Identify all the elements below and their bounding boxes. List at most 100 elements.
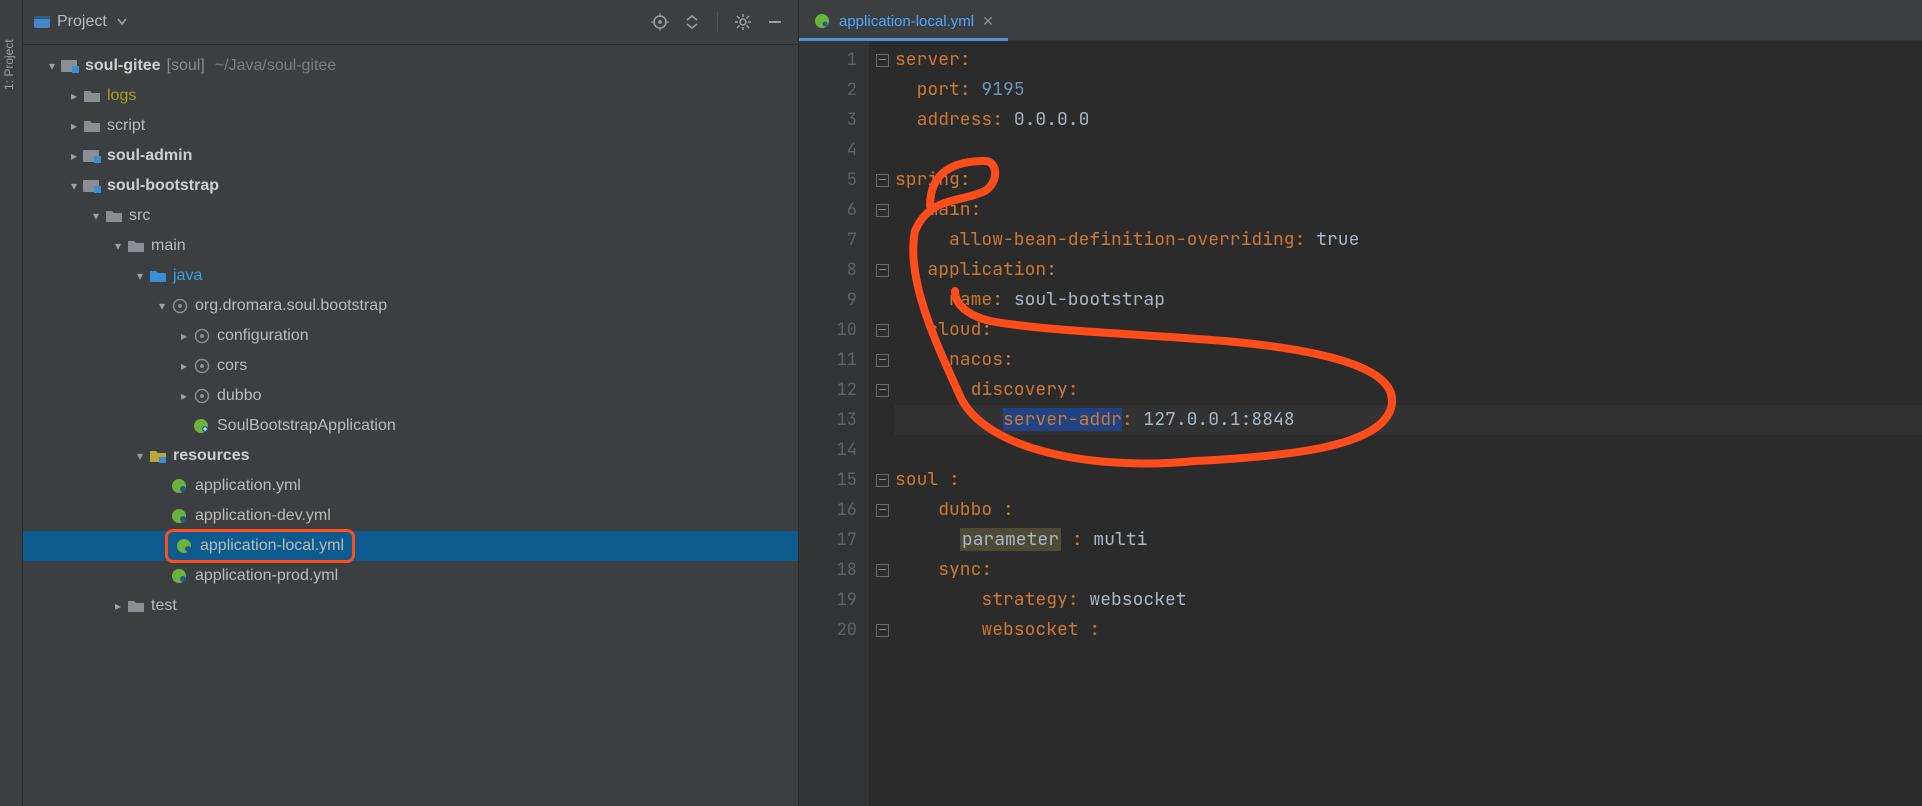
tree-label: configuration <box>217 327 309 345</box>
tree-row-soul-admin[interactable]: ▸soul-admin <box>23 141 798 171</box>
code-line[interactable]: soul : <box>895 465 1922 495</box>
chevron-down-icon[interactable]: ▾ <box>43 59 61 73</box>
tree-row-application-yml[interactable]: ▸application.yml <box>23 471 798 501</box>
code-line[interactable]: address: 0.0.0.0 <box>895 105 1922 135</box>
code-token-key: nacos: <box>949 348 1014 371</box>
code-line[interactable]: parameter : multi <box>895 525 1922 555</box>
tree-row-cors[interactable]: ▸cors <box>23 351 798 381</box>
code-token-box: parameter <box>960 528 1061 551</box>
tree-row-java[interactable]: ▾java <box>23 261 798 291</box>
tree-label: application-local.yml <box>200 537 344 555</box>
chevron-right-icon[interactable]: ▸ <box>65 149 83 163</box>
chevron-right-icon[interactable]: ▸ <box>109 599 127 613</box>
code-token-pad <box>895 258 927 281</box>
chevron-down-icon[interactable]: ▾ <box>87 209 105 223</box>
expand-all-button[interactable] <box>679 9 705 35</box>
project-tool-window: Project ▾soul-gitee[soul]~/Java/soul-git… <box>23 0 799 806</box>
chevron-right-icon[interactable]: ▸ <box>175 389 193 403</box>
code-line[interactable]: name: soul-bootstrap <box>895 285 1922 315</box>
tree-row-src[interactable]: ▾src <box>23 201 798 231</box>
tree-row-main[interactable]: ▾main <box>23 231 798 261</box>
fold-strip[interactable] <box>869 41 895 806</box>
code-area[interactable]: server: port: 9195 address: 0.0.0.0 sprin… <box>895 41 1922 806</box>
tree-row-configuration[interactable]: ▸ configuration <box>23 321 798 351</box>
chevron-down-icon[interactable]: ▾ <box>131 269 149 283</box>
chevron-right-icon[interactable]: ▸ <box>65 119 83 133</box>
code-line[interactable]: server: <box>895 45 1922 75</box>
tree-row-application-dev-yml[interactable]: ▸application-dev.yml <box>23 501 798 531</box>
code-line[interactable]: port: 9195 <box>895 75 1922 105</box>
editor-tab-bar[interactable]: application-local.yml ✕ <box>799 0 1922 41</box>
fold-toggle[interactable] <box>869 555 895 585</box>
code-line[interactable]: main: <box>895 195 1922 225</box>
fold-toggle[interactable] <box>869 165 895 195</box>
tree-row-test[interactable]: ▸ test <box>23 591 798 621</box>
code-line[interactable]: dubbo : <box>895 495 1922 525</box>
code-token-pad <box>895 78 917 101</box>
fold-toggle[interactable] <box>869 45 895 75</box>
settings-button[interactable] <box>730 9 756 35</box>
tree-row-org-dromara-soul-bootstrap[interactable]: ▾org.dromara.soul.bootstrap <box>23 291 798 321</box>
fold-blank <box>869 105 895 135</box>
pkg-icon <box>193 358 211 374</box>
tree-row-dubbo[interactable]: ▸dubbo <box>23 381 798 411</box>
code-line[interactable]: application: <box>895 255 1922 285</box>
chevron-down-icon[interactable]: ▾ <box>131 449 149 463</box>
tree-row-script[interactable]: ▸script <box>23 111 798 141</box>
fold-blank <box>869 585 895 615</box>
code-line[interactable]: websocket : <box>895 615 1922 645</box>
code-line[interactable]: strategy: websocket <box>895 585 1922 615</box>
tree-row-soulbootstrapapplication[interactable]: ▸SoulBootstrapApplication <box>23 411 798 441</box>
fold-toggle[interactable] <box>869 315 895 345</box>
module-icon <box>83 148 101 164</box>
hide-button[interactable] <box>762 9 788 35</box>
code-line[interactable]: nacos: <box>895 345 1922 375</box>
project-tree[interactable]: ▾soul-gitee[soul]~/Java/soul-gitee▸logs▸… <box>23 45 798 621</box>
gutter-line-number: 12 <box>799 375 857 405</box>
tree-row-application-prod-yml[interactable]: ▸application-prod.yml <box>23 561 798 591</box>
fold-toggle[interactable] <box>869 615 895 645</box>
fold-toggle[interactable] <box>869 195 895 225</box>
fold-toggle[interactable] <box>869 345 895 375</box>
tree-row-resources[interactable]: ▾resources <box>23 441 798 471</box>
fold-toggle[interactable] <box>869 495 895 525</box>
tree-label: soul-bootstrap <box>107 177 219 195</box>
rail-project-label[interactable]: 1: Project <box>2 39 16 90</box>
tree-label: test <box>151 597 177 615</box>
code-line[interactable]: sync: <box>895 555 1922 585</box>
locate-target-button[interactable] <box>647 9 673 35</box>
chevron-down-icon[interactable]: ▾ <box>65 179 83 193</box>
tree-row-logs[interactable]: ▸logs <box>23 81 798 111</box>
editor-body[interactable]: 1234567891011121314151617181920 server: … <box>799 41 1922 806</box>
chevron-right-icon[interactable]: ▸ <box>175 359 193 373</box>
code-line[interactable] <box>895 135 1922 165</box>
gutter-line-number: 10 <box>799 315 857 345</box>
project-view-selector[interactable]: Project <box>57 13 131 31</box>
code-token-key: spring: <box>895 168 971 191</box>
tree-row-application-local-yml[interactable]: ▸application-local.yml <box>23 531 798 561</box>
fold-toggle[interactable] <box>869 465 895 495</box>
fold-toggle[interactable] <box>869 375 895 405</box>
code-line[interactable]: cloud: <box>895 315 1922 345</box>
code-token-val: websocket <box>1089 588 1186 611</box>
chevron-right-icon[interactable]: ▸ <box>65 89 83 103</box>
code-line[interactable]: allow-bean-definition-overriding: true <box>895 225 1922 255</box>
code-line[interactable]: server-addr: 127.0.0.1:8848 <box>895 405 1922 435</box>
pkg-icon <box>193 328 211 344</box>
chevron-right-icon[interactable]: ▸ <box>175 329 193 343</box>
folder-icon <box>127 238 145 254</box>
tool-window-rail[interactable]: 1: Project <box>0 0 23 806</box>
tree-row-soul-gitee[interactable]: ▾soul-gitee[soul]~/Java/soul-gitee <box>23 51 798 81</box>
code-line[interactable]: spring: <box>895 165 1922 195</box>
code-line[interactable] <box>895 435 1922 465</box>
fold-toggle[interactable] <box>869 255 895 285</box>
close-icon[interactable]: ✕ <box>982 13 994 30</box>
editor-tab-application-local[interactable]: application-local.yml ✕ <box>799 0 1008 40</box>
tree-row-soul-bootstrap[interactable]: ▾ soul-bootstrap <box>23 171 798 201</box>
gutter-line-number: 8 <box>799 255 857 285</box>
chevron-down-icon[interactable]: ▾ <box>109 239 127 253</box>
fold-blank <box>869 435 895 465</box>
code-line[interactable]: discovery: <box>895 375 1922 405</box>
code-token-pad <box>895 528 960 551</box>
chevron-down-icon[interactable]: ▾ <box>153 299 171 313</box>
